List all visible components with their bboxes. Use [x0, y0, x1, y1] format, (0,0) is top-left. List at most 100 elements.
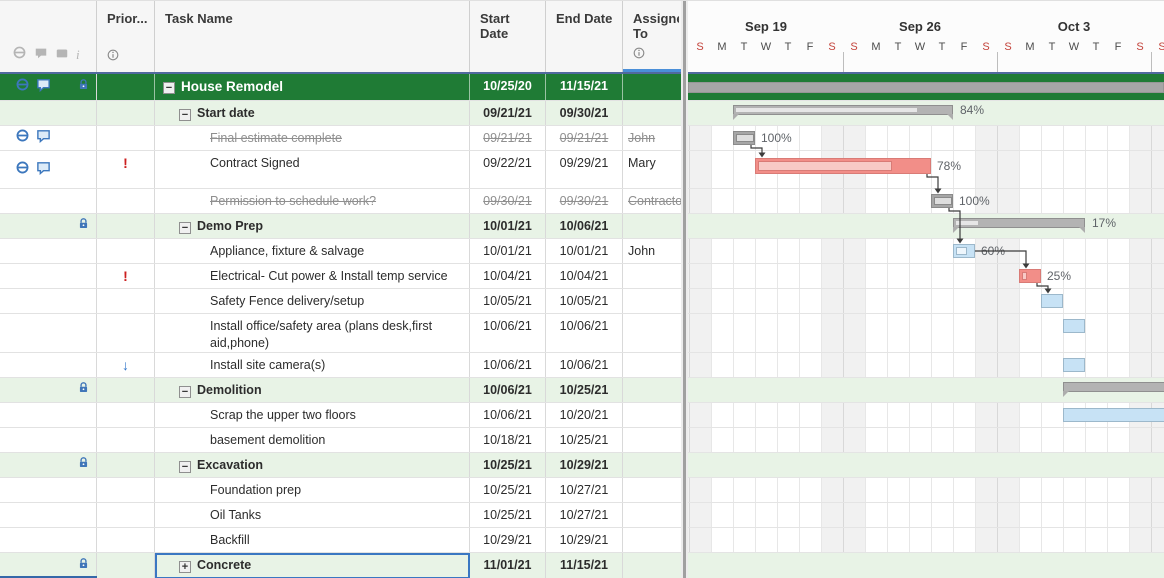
task-name-cell[interactable]: Oil Tanks: [155, 503, 470, 527]
gantt-row[interactable]: [688, 189, 1164, 214]
end-date-cell[interactable]: 09/29/21: [546, 151, 623, 188]
gantt-bar-task[interactable]: [733, 131, 755, 145]
gantt-row[interactable]: [688, 478, 1164, 503]
priority-cell[interactable]: ↓: [97, 353, 155, 377]
assigned-to-cell[interactable]: [623, 403, 681, 427]
task-name-cell[interactable]: Electrical- Cut power & Install temp ser…: [155, 264, 470, 288]
gantt-bar-project-summary[interactable]: [688, 82, 1164, 93]
end-date-cell[interactable]: 10/27/21: [546, 503, 623, 527]
collapse-icon[interactable]: −: [179, 222, 191, 234]
assigned-to-cell[interactable]: [623, 101, 681, 125]
end-date-cell[interactable]: 10/25/21: [546, 378, 623, 402]
proof-icon[interactable]: [55, 46, 69, 65]
task-name-cell[interactable]: −Demolition: [155, 378, 470, 402]
collapse-icon[interactable]: −: [163, 82, 175, 94]
collapse-icon[interactable]: −: [179, 461, 191, 473]
priority-cell[interactable]: [97, 239, 155, 263]
gantt-row[interactable]: [688, 126, 1164, 151]
assigned-to-cell[interactable]: [623, 74, 681, 100]
assigned-to-cell[interactable]: [623, 553, 681, 578]
table-row[interactable]: !Electrical- Cut power & Install temp se…: [0, 264, 681, 289]
assigned-to-cell[interactable]: [623, 428, 681, 452]
timeline-header[interactable]: Sep 19Sep 26Oct 3SMTWTFSSMTWTFSSMTWTFSS: [688, 1, 1164, 74]
start-date-cell[interactable]: 10/06/21: [470, 314, 546, 352]
start-date-cell[interactable]: 10/25/20: [470, 74, 546, 100]
attachment-icon[interactable]: [15, 160, 30, 180]
gantt-row[interactable]: [688, 553, 1164, 578]
assigned-to-cell[interactable]: John: [623, 126, 681, 150]
table-row[interactable]: !Contract Signed09/22/2109/29/21Mary: [0, 151, 681, 189]
attachment-icon[interactable]: [15, 128, 30, 148]
gantt-bar-summary[interactable]: [953, 218, 1085, 228]
end-date-cell[interactable]: 10/27/21: [546, 478, 623, 502]
assigned-to-cell[interactable]: [623, 503, 681, 527]
attachment-icon[interactable]: [15, 77, 30, 97]
task-name-cell[interactable]: −House Remodel: [155, 74, 470, 100]
task-name-cell[interactable]: Appliance, fixture & salvage: [155, 239, 470, 263]
task-name-cell[interactable]: Foundation prep: [155, 478, 470, 502]
priority-cell[interactable]: [97, 289, 155, 313]
table-row[interactable]: −Start date09/21/2109/30/21: [0, 101, 681, 126]
table-row[interactable]: ↓Install site camera(s)10/06/2110/06/21: [0, 353, 681, 378]
task-name-cell[interactable]: Safety Fence delivery/setup: [155, 289, 470, 313]
task-name-cell[interactable]: Permission to schedule work?: [155, 189, 470, 213]
gantt-bar-task[interactable]: [931, 194, 953, 208]
priority-cell[interactable]: [97, 314, 155, 352]
priority-cell[interactable]: [97, 528, 155, 552]
table-row[interactable]: +Concrete11/01/2111/15/21: [0, 553, 681, 578]
end-date-cell[interactable]: 09/21/21: [546, 126, 623, 150]
assigned-to-cell[interactable]: [623, 528, 681, 552]
gantt-bar-task[interactable]: [1019, 269, 1041, 283]
assigned-to-cell[interactable]: [623, 478, 681, 502]
priority-cell[interactable]: !: [97, 151, 155, 188]
table-row[interactable]: Permission to schedule work?09/30/2109/3…: [0, 189, 681, 214]
start-date-cell[interactable]: 10/06/21: [470, 378, 546, 402]
gantt-bar-task[interactable]: [1041, 294, 1063, 308]
start-date-cell[interactable]: 09/21/21: [470, 101, 546, 125]
comment-icon[interactable]: [36, 77, 51, 97]
task-name-cell[interactable]: +Concrete: [155, 553, 470, 578]
end-date-cell[interactable]: 10/29/21: [546, 453, 623, 477]
priority-cell[interactable]: [97, 453, 155, 477]
task-name-cell[interactable]: −Start date: [155, 101, 470, 125]
table-row[interactable]: Appliance, fixture & salvage10/01/2110/0…: [0, 239, 681, 264]
collapse-icon[interactable]: −: [179, 386, 191, 398]
gantt-bar-summary[interactable]: [1063, 382, 1164, 392]
gantt-row[interactable]: [688, 314, 1164, 353]
column-header-assigned-to[interactable]: Assigned To: [623, 1, 681, 72]
priority-cell[interactable]: [97, 74, 155, 100]
end-date-cell[interactable]: 09/30/21: [546, 189, 623, 213]
assigned-to-cell[interactable]: [623, 353, 681, 377]
assigned-to-cell[interactable]: [623, 453, 681, 477]
end-date-cell[interactable]: 10/29/21: [546, 528, 623, 552]
gantt-row[interactable]: [688, 453, 1164, 478]
column-header-task-name[interactable]: Task Name: [155, 1, 470, 72]
start-date-cell[interactable]: 09/30/21: [470, 189, 546, 213]
assigned-to-cell[interactable]: [623, 314, 681, 352]
gantt-row[interactable]: [688, 239, 1164, 264]
start-date-cell[interactable]: 09/21/21: [470, 126, 546, 150]
gantt-bar-task[interactable]: [953, 244, 975, 258]
column-header-start-date[interactable]: Start Date: [470, 1, 546, 72]
priority-cell[interactable]: [97, 553, 155, 578]
priority-cell[interactable]: [97, 503, 155, 527]
assigned-to-cell[interactable]: Mary: [623, 151, 681, 188]
comment-icon[interactable]: [36, 128, 51, 148]
task-name-cell[interactable]: −Excavation: [155, 453, 470, 477]
table-row[interactable]: −House Remodel10/25/2011/15/21: [0, 74, 681, 101]
gantt-bar-task[interactable]: [755, 158, 931, 174]
start-date-cell[interactable]: 10/01/21: [470, 214, 546, 238]
table-row[interactable]: Scrap the upper two floors10/06/2110/20/…: [0, 403, 681, 428]
start-date-cell[interactable]: 10/25/21: [470, 503, 546, 527]
table-row[interactable]: Foundation prep10/25/2110/27/21: [0, 478, 681, 503]
gantt-bar-task[interactable]: [1063, 408, 1164, 422]
end-date-cell[interactable]: 09/30/21: [546, 101, 623, 125]
start-date-cell[interactable]: 10/05/21: [470, 289, 546, 313]
gantt-row[interactable]: [688, 264, 1164, 289]
assigned-to-cell[interactable]: [623, 214, 681, 238]
gantt-bar-task[interactable]: [1063, 358, 1085, 372]
attachment-icon[interactable]: [12, 45, 27, 65]
task-name-cell[interactable]: Scrap the upper two floors: [155, 403, 470, 427]
start-date-cell[interactable]: 10/25/21: [470, 478, 546, 502]
task-name-cell[interactable]: Contract Signed: [155, 151, 470, 188]
